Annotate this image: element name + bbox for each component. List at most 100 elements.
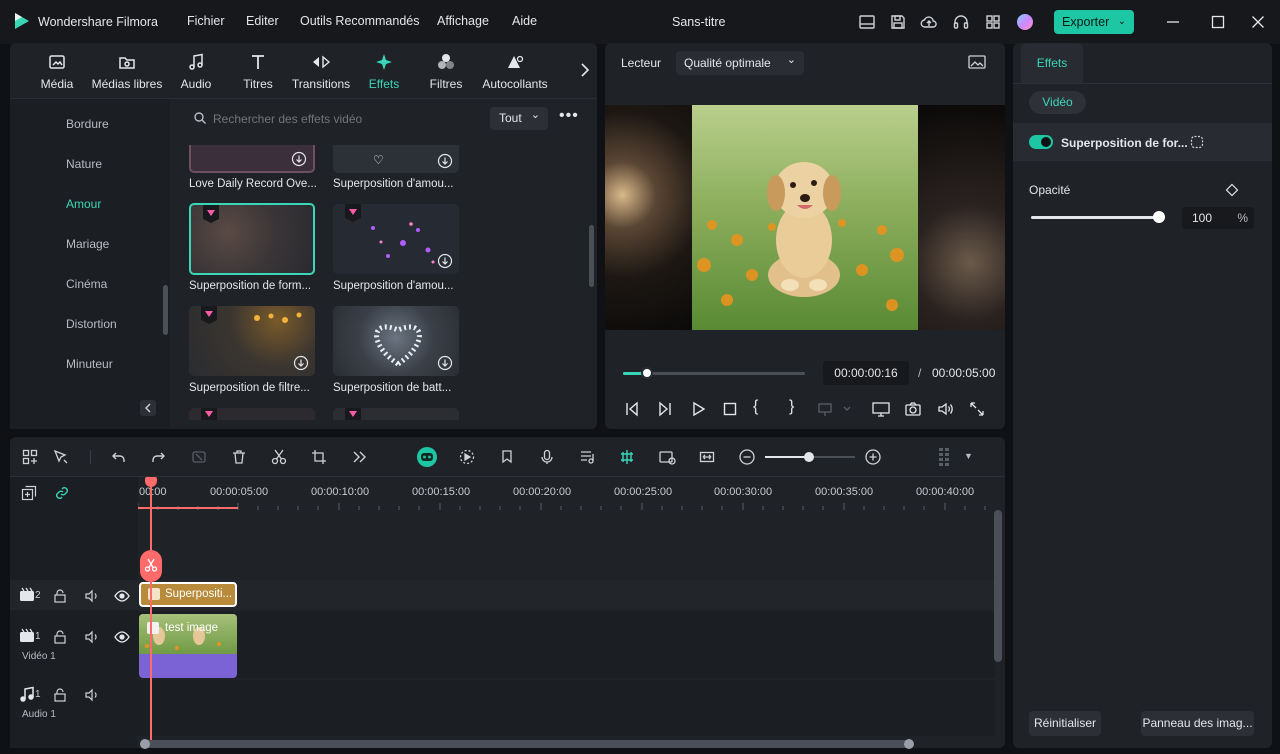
next-frame-icon[interactable] xyxy=(656,400,674,418)
display-icon[interactable] xyxy=(871,400,891,418)
download-icon[interactable] xyxy=(293,355,309,371)
undo-icon[interactable] xyxy=(110,448,128,466)
add-track-icon[interactable] xyxy=(21,485,37,501)
audio-mix-icon[interactable] xyxy=(578,448,596,466)
category-bordure[interactable]: Bordure xyxy=(66,117,109,131)
export-button[interactable]: Exporter ⌄ xyxy=(1054,10,1134,34)
crop-icon[interactable] xyxy=(310,448,328,466)
zoom-slider-knob[interactable] xyxy=(804,452,814,462)
eye-icon[interactable] xyxy=(114,588,130,604)
keyframe-diamond-icon[interactable] xyxy=(1225,183,1239,197)
lock-icon[interactable] xyxy=(52,629,68,645)
stop-icon[interactable] xyxy=(721,400,739,418)
camera-icon[interactable] xyxy=(904,400,922,418)
effect-settings-icon[interactable] xyxy=(1189,134,1205,150)
auto-reframe-icon[interactable] xyxy=(458,448,476,466)
filter-dropdown[interactable]: Tout ⌄ xyxy=(490,107,548,130)
snapshot-quality-icon[interactable] xyxy=(967,53,987,71)
playback-progress-track[interactable] xyxy=(623,367,805,379)
minimize-icon[interactable] xyxy=(1164,13,1182,31)
play-icon[interactable] xyxy=(689,400,707,418)
preview-canvas[interactable] xyxy=(605,105,1005,330)
zoom-slider[interactable] xyxy=(765,452,855,462)
menu-outils[interactable]: Outils Recommandés xyxy=(300,14,420,28)
cloud-upload-icon[interactable] xyxy=(920,13,938,31)
download-icon[interactable] xyxy=(437,355,453,371)
link-icon[interactable] xyxy=(54,485,70,501)
category-nature[interactable]: Nature xyxy=(66,157,102,171)
tab-stock-media[interactable]: Médias libres xyxy=(90,52,164,91)
prev-frame-icon[interactable] xyxy=(623,400,641,418)
lock-icon[interactable] xyxy=(52,588,68,604)
tab-stickers[interactable]: Autocollants xyxy=(479,52,551,91)
player-tab[interactable]: Lecteur xyxy=(621,56,661,70)
apps-grid-icon[interactable] xyxy=(984,13,1002,31)
more-options-icon[interactable]: ••• xyxy=(559,108,579,126)
menu-editer[interactable]: Editer xyxy=(246,14,279,28)
timeline-vertical-scrollbar[interactable] xyxy=(994,510,1002,662)
snap-magnet-icon[interactable] xyxy=(618,448,636,466)
tab-effects[interactable]: Effets xyxy=(366,52,402,91)
zoom-in-icon[interactable] xyxy=(864,448,882,466)
tab-filters[interactable]: Filtres xyxy=(428,52,464,91)
scrollbar-handle-right[interactable] xyxy=(904,739,914,749)
playback-scrubber[interactable] xyxy=(640,367,653,379)
effect-toggle[interactable] xyxy=(1029,135,1053,149)
timeline-horizontal-scrollbar[interactable] xyxy=(140,739,914,749)
layout-grid-icon[interactable] xyxy=(21,448,39,466)
speaker-icon[interactable] xyxy=(84,687,100,703)
category-distortion[interactable]: Distortion xyxy=(66,317,117,331)
menu-affichage[interactable]: Affichage xyxy=(437,14,489,28)
maximize-icon[interactable] xyxy=(1209,13,1227,31)
tab-effects-properties[interactable]: Effets xyxy=(1021,43,1083,83)
opacity-slider-knob[interactable] xyxy=(1153,211,1165,223)
menu-aide[interactable]: Aide xyxy=(512,14,537,28)
category-mariage[interactable]: Mariage xyxy=(66,237,109,251)
headset-icon[interactable] xyxy=(952,13,970,31)
effect-thumb-partial[interactable] xyxy=(333,408,459,420)
eye-icon[interactable] xyxy=(114,629,130,645)
zoom-out-icon[interactable] xyxy=(738,448,756,466)
quality-dropdown[interactable]: Qualité optimale ⌄ xyxy=(676,51,804,75)
ai-assistant-icon[interactable] xyxy=(416,446,438,468)
image-clip[interactable]: test image xyxy=(139,614,237,678)
tab-audio[interactable]: Audio xyxy=(178,52,214,91)
menu-fichier[interactable]: Fichier xyxy=(187,14,225,28)
split-at-playhead-button[interactable] xyxy=(140,550,162,582)
avatar[interactable] xyxy=(1016,13,1034,31)
category-minuteur[interactable]: Minuteur xyxy=(66,357,113,371)
fullscreen-icon[interactable] xyxy=(968,400,986,418)
tab-titles[interactable]: Titres xyxy=(241,52,275,91)
effect-thumb-form-overlay-selected[interactable] xyxy=(189,203,315,275)
track-lane-2[interactable] xyxy=(138,580,995,610)
download-icon[interactable] xyxy=(291,151,307,167)
effect-clip[interactable]: Superpositi... xyxy=(139,582,237,607)
effect-thumb-heartbeat-overlay[interactable] xyxy=(333,306,459,376)
category-amour[interactable]: Amour xyxy=(66,197,101,211)
keyframe-panel-button[interactable]: Panneau des imag... xyxy=(1141,711,1254,736)
effect-thumb-love-overlay-1[interactable]: ♡ xyxy=(333,145,459,173)
effect-thumb-partial[interactable] xyxy=(189,408,315,420)
effect-thumb-filter-overlay[interactable] xyxy=(189,306,315,376)
tab-transitions[interactable]: Transitions xyxy=(291,52,351,91)
current-time[interactable]: 00:00:00:16 xyxy=(823,361,909,385)
collapse-sidebar-icon[interactable] xyxy=(140,400,156,416)
track-height-icon[interactable] xyxy=(936,446,954,468)
download-icon[interactable] xyxy=(437,153,453,169)
volume-icon[interactable] xyxy=(936,400,954,418)
track-lane-1[interactable] xyxy=(138,612,995,678)
playhead-line[interactable] xyxy=(150,477,152,748)
speaker-icon[interactable] xyxy=(84,629,100,645)
layout-icon[interactable] xyxy=(858,13,876,31)
close-icon[interactable] xyxy=(1249,13,1267,31)
search-input[interactable] xyxy=(213,108,473,130)
effects-scrollbar[interactable] xyxy=(589,225,594,287)
tab-media[interactable]: Média xyxy=(38,52,76,91)
delete-trash-icon[interactable] xyxy=(230,448,248,466)
select-cursor-icon[interactable] xyxy=(52,448,70,466)
tabs-next-icon[interactable] xyxy=(578,61,592,79)
effect-thumb-love-daily[interactable] xyxy=(189,145,315,173)
category-scrollbar[interactable] xyxy=(163,285,168,335)
mark-out-icon[interactable]: } xyxy=(789,398,794,416)
more-tools-icon[interactable] xyxy=(350,448,368,466)
